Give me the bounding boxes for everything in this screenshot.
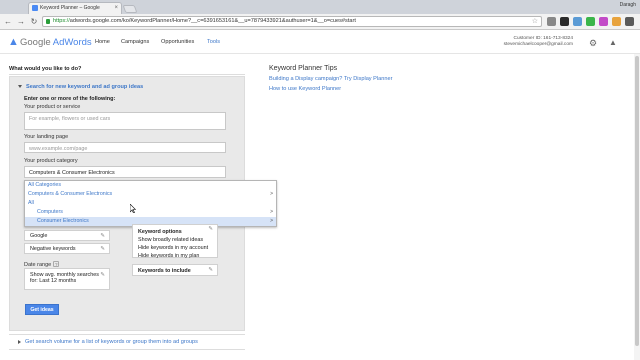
product-input[interactable]: For example, flowers or used cars (24, 112, 226, 130)
scrollbar-thumb[interactable] (635, 56, 639, 346)
keyword-option: Hide keywords in my account (138, 245, 209, 251)
pencil-icon[interactable]: ✎ (208, 267, 213, 273)
help-icon[interactable]: ? (53, 261, 60, 267)
customer-email: stevemichaelcooper@gmail.com (503, 42, 573, 47)
url-scheme: https:// (53, 18, 70, 24)
reload-icon[interactable]: ↻ (29, 16, 39, 27)
extension-dropbox-icon[interactable] (573, 17, 582, 26)
keyword-options-box[interactable]: Keyword options Show broadly related ide… (132, 224, 218, 259)
lock-icon (46, 19, 50, 24)
divider (9, 74, 245, 75)
landing-page-input[interactable]: www.example.com/page (24, 142, 226, 153)
nav-opportunities[interactable]: Opportunities (161, 39, 194, 45)
bottom-link-label: Get search volume for a list of keywords… (25, 339, 198, 345)
logo-product: AdWords (52, 37, 92, 48)
divider (9, 334, 245, 335)
landing-page-label: Your landing page (24, 134, 69, 140)
dropdown-item-all-categories[interactable]: All Categories (25, 181, 276, 190)
targeting-negative-keywords[interactable]: Negative keywords ✎ (24, 243, 110, 254)
pencil-icon[interactable]: ✎ (100, 272, 105, 278)
url-text: adwords.google.com/ko/KeywordPlanner/Hom… (69, 18, 356, 24)
negative-keywords-label: Negative keywords (30, 246, 76, 252)
date-range-label: Date range? (24, 261, 60, 268)
page-question: What would you like to do? (9, 66, 82, 72)
search-new-keywords-toggle[interactable]: Search for new keyword and ad group idea… (18, 84, 143, 90)
dropdown-item-computers-consumer-electronics[interactable]: Computers & Consumer Electronics > (25, 190, 276, 199)
keyword-option: Show broadly related ideas (138, 237, 204, 243)
tab-close-icon[interactable]: × (114, 3, 118, 13)
mouse-pointer-icon (130, 204, 136, 213)
dropdown-item-label: Computers (37, 209, 63, 215)
date-range-box[interactable]: Show avg. monthly searches for: Last 12 … (24, 268, 110, 290)
expand-triangle-icon (18, 85, 22, 89)
dropdown-item-label: Consumer Electronics (37, 218, 89, 224)
pencil-icon[interactable]: ✎ (100, 246, 105, 252)
keyword-option: Hide keywords in my plan (138, 253, 200, 259)
chevron-right-icon: > (270, 191, 273, 197)
page-scrollbar[interactable] (634, 54, 640, 360)
customer-info[interactable]: Customer ID: 161-713-8324 stevemichaelco… (504, 36, 573, 48)
adwords-logo[interactable]: Google AdWords (20, 37, 92, 48)
chevron-right-icon: > (270, 218, 273, 224)
back-arrow-icon[interactable]: ← (3, 16, 13, 27)
adwords-favicon-icon (32, 5, 38, 11)
divider (9, 349, 245, 350)
collapse-triangle-icon (18, 339, 21, 344)
adwords-header: ▲ Google AdWords Home Campaigns Opportun… (0, 30, 640, 54)
pencil-icon[interactable]: ✎ (208, 225, 213, 233)
tip-link-how-to-use[interactable]: How to use Keyword Planner (269, 86, 341, 92)
targeting-network[interactable]: Google ✎ (24, 230, 110, 241)
keyword-options-title: Keyword options (138, 229, 182, 235)
new-tab-button[interactable] (122, 5, 138, 13)
nav-home[interactable]: Home (95, 39, 110, 45)
dropdown-item-all[interactable]: All (25, 199, 276, 208)
extension-tag-icon[interactable] (599, 17, 608, 26)
gear-icon[interactable]: ⚙ (589, 38, 597, 49)
get-ideas-button[interactable]: Get ideas (25, 304, 59, 315)
address-bar[interactable]: https://adwords.google.com/ko/KeywordPla… (42, 16, 542, 27)
browser-toolbar: ← → ↻ https://adwords.google.com/ko/Keyw… (0, 14, 640, 30)
logo-brand: Google (20, 37, 51, 48)
chevron-right-icon: > (270, 209, 273, 215)
browser-tab-bar: Keyword Planner – Google × Daragh (0, 0, 640, 14)
category-dropdown: All Categories Computers & Consumer Elec… (24, 180, 277, 227)
extension-buffer-icon[interactable] (560, 17, 569, 26)
nav-campaigns[interactable]: Campaigns (121, 39, 149, 45)
tips-title: Keyword Planner Tips (269, 65, 338, 72)
extension-evernote-icon[interactable] (586, 17, 595, 26)
bell-icon[interactable]: ▲ (609, 38, 617, 47)
get-search-volume-toggle[interactable]: Get search volume for a list of keywords… (18, 339, 198, 345)
extension-folder-icon[interactable] (612, 17, 621, 26)
date-range-value: Show avg. monthly searches for: Last 12 … (30, 272, 99, 284)
tab-title: Keyword Planner – Google (40, 5, 100, 11)
adwords-logo-icon: ▲ (8, 36, 19, 48)
product-label: Your product or service (24, 104, 81, 110)
keywords-to-include-box[interactable]: Keywords to include ✎ (132, 264, 218, 276)
category-label: Your product category (24, 158, 78, 164)
dropdown-item-label: All (28, 200, 34, 206)
tip-link-display-planner[interactable]: Building a Display campaign? Try Display… (269, 76, 392, 82)
profile-name[interactable]: Daragh (620, 2, 636, 8)
bookmark-star-icon[interactable]: ☆ (532, 17, 538, 26)
network-label: Google (30, 233, 48, 239)
section-link-label: Search for new keyword and ad group idea… (26, 84, 144, 90)
dropdown-item-computers[interactable]: Computers > (25, 208, 276, 217)
enter-label: Enter one or more of the following: (24, 96, 116, 102)
pencil-icon[interactable]: ✎ (100, 233, 105, 239)
nav-tools[interactable]: Tools (207, 39, 220, 45)
browser-tab[interactable]: Keyword Planner – Google × (28, 2, 122, 14)
chrome-menu-icon[interactable] (625, 17, 634, 26)
extension-pocket-icon[interactable] (547, 17, 556, 26)
forward-arrow-icon[interactable]: → (16, 16, 26, 27)
category-input[interactable]: Computers & Consumer Electronics (24, 166, 226, 178)
dropdown-item-label: All Categories (28, 182, 61, 188)
keywords-to-include-label: Keywords to include (138, 268, 191, 274)
dropdown-item-label: Computers & Consumer Electronics (28, 191, 113, 197)
